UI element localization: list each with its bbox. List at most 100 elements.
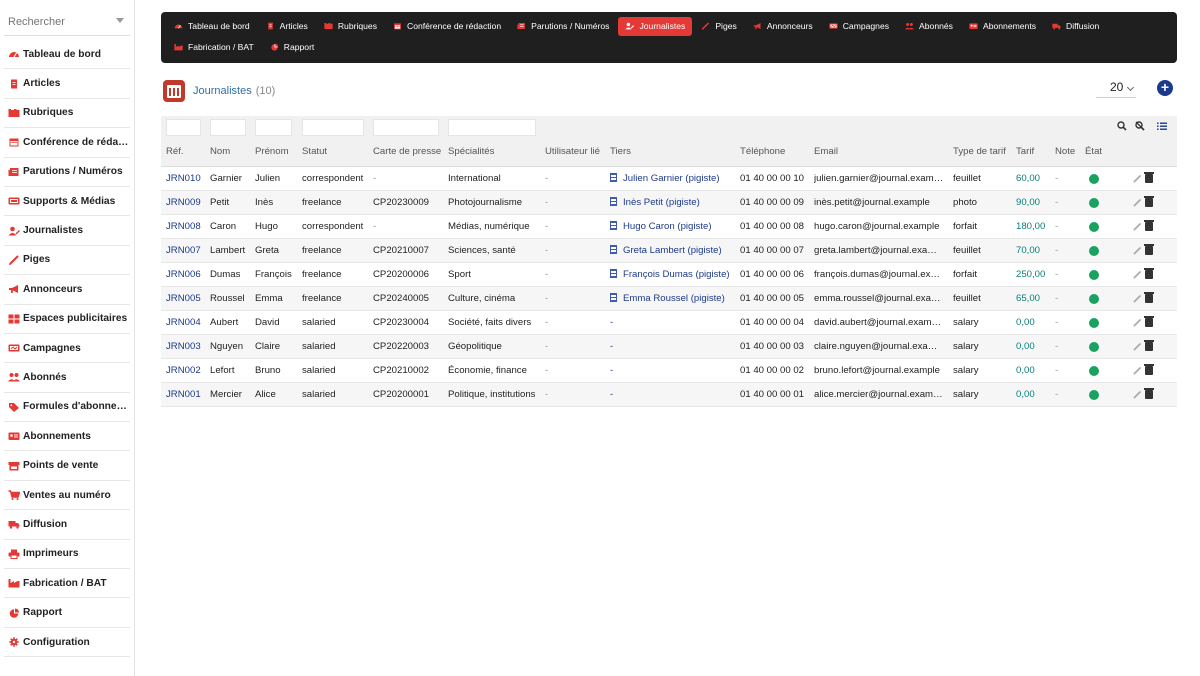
column-header[interactable]: Tiers [610, 136, 736, 167]
nav-tab-pie-chart[interactable]: Rapport [263, 38, 322, 57]
table-row[interactable]: JRN003 Nguyen Claire salaried CP20220003 Géop… [161, 335, 1177, 359]
column-header[interactable]: Carte de presse [373, 136, 443, 167]
sidebar-item-factory[interactable]: Fabrication / BAT [4, 569, 130, 599]
edit-pencil-icon[interactable] [1133, 294, 1142, 303]
nav-tab-newspaper[interactable]: Parutions / Numéros [510, 17, 616, 36]
edit-pencil-icon[interactable] [1133, 198, 1142, 207]
sidebar-item-grid[interactable]: Espaces publicitaires [4, 305, 130, 334]
cell-ref[interactable]: JRN010 [166, 167, 206, 191]
filter-specialites[interactable] [448, 119, 536, 136]
sidebar-item-calendar[interactable]: Conférence de rédaction [4, 128, 130, 158]
filter-nom[interactable] [210, 119, 246, 136]
tiers-link[interactable]: Julien Garnier (pigiste) [623, 173, 720, 184]
delete-trash-icon[interactable] [1144, 364, 1154, 375]
nav-tab-user-edit[interactable]: Journalistes [618, 16, 693, 36]
columns-list-icon[interactable] [1156, 121, 1167, 132]
delete-trash-icon[interactable] [1144, 268, 1154, 279]
nav-tab-id-card[interactable]: Abonnements [962, 17, 1043, 36]
nav-tab-truck[interactable]: Diffusion [1045, 17, 1106, 36]
column-header[interactable]: Téléphone [740, 136, 810, 167]
edit-pencil-icon[interactable] [1133, 390, 1142, 399]
tiers-link[interactable]: Inès Petit (pigiste) [623, 197, 700, 208]
sidebar-item-gear[interactable]: Configuration [4, 628, 130, 658]
cell-tiers[interactable]: Emma Roussel (pigiste) [610, 287, 736, 311]
sidebar-item-folders[interactable]: Rubriques [4, 99, 130, 129]
cell-ref[interactable]: JRN002 [166, 359, 206, 383]
cell-ref[interactable]: JRN004 [166, 311, 206, 335]
cell-tiers[interactable]: Greta Lambert (pigiste) [610, 239, 736, 263]
column-header[interactable]: Email [814, 136, 944, 167]
column-header[interactable]: Spécialités [448, 136, 542, 167]
table-row[interactable]: JRN002 Lefort Bruno salaried CP20210002 Écono… [161, 359, 1177, 383]
chevron-down-icon[interactable] [116, 18, 124, 23]
sidebar-item-media[interactable]: Supports & Médias [4, 187, 130, 217]
cell-tiers[interactable]: Hugo Caron (pigiste) [610, 215, 736, 239]
table-row[interactable]: JRN001 Mercier Alice salaried CP20200001 Poli… [161, 383, 1177, 407]
edit-pencil-icon[interactable] [1133, 270, 1142, 279]
sidebar-item-users[interactable]: Abonnés [4, 363, 130, 393]
column-header[interactable]: Réf. [166, 136, 206, 167]
column-header[interactable]: Nom [210, 136, 252, 167]
add-button[interactable]: + [1157, 80, 1173, 96]
cell-ref[interactable]: JRN009 [166, 191, 206, 215]
tiers-link[interactable]: Emma Roussel (pigiste) [623, 293, 725, 304]
nav-tab-pen[interactable]: Piges [694, 17, 744, 36]
cell-tiers[interactable]: Inès Petit (pigiste) [610, 191, 736, 215]
edit-pencil-icon[interactable] [1133, 318, 1142, 327]
nav-tab-users[interactable]: Abonnés [898, 17, 960, 36]
edit-pencil-icon[interactable] [1133, 174, 1142, 183]
nav-tab-campaign[interactable]: Campagnes [822, 17, 896, 36]
tiers-link[interactable]: Greta Lambert (pigiste) [623, 245, 722, 256]
table-row[interactable]: JRN010 Garnier Julien correspondent - Interna… [161, 167, 1177, 191]
table-row[interactable]: JRN005 Roussel Emma freelance CP20240005 Cult… [161, 287, 1177, 311]
cell-tiers[interactable]: François Dumas (pigiste) [610, 263, 736, 287]
delete-trash-icon[interactable] [1144, 388, 1154, 399]
column-header[interactable]: Utilisateur lié [545, 136, 605, 167]
delete-trash-icon[interactable] [1144, 172, 1154, 183]
filter-prenom[interactable] [255, 119, 292, 136]
nav-tab-dashboard[interactable]: Tableau de bord [167, 17, 257, 36]
column-header[interactable]: Prénom [255, 136, 299, 167]
sidebar-item-newspaper[interactable]: Parutions / Numéros [4, 158, 130, 187]
column-header[interactable]: Note [1055, 136, 1083, 167]
sidebar-item-dashboard[interactable]: Tableau de bord [4, 40, 130, 70]
tiers-link[interactable]: François Dumas (pigiste) [623, 269, 730, 280]
sidebar-item-pie-chart[interactable]: Rapport [4, 598, 130, 628]
cell-ref[interactable]: JRN006 [166, 263, 206, 287]
delete-trash-icon[interactable] [1144, 316, 1154, 327]
search-box[interactable] [4, 8, 130, 36]
edit-pencil-icon[interactable] [1133, 222, 1142, 231]
nav-tab-megaphone[interactable]: Annonceurs [746, 17, 820, 36]
edit-pencil-icon[interactable] [1133, 366, 1142, 375]
edit-pencil-icon[interactable] [1133, 246, 1142, 255]
edit-pencil-icon[interactable] [1133, 342, 1142, 351]
filter-ref[interactable] [166, 119, 201, 136]
nav-tab-factory[interactable]: Fabrication / BAT [167, 38, 261, 57]
sidebar-item-tag[interactable]: Formules d'abonnement [4, 393, 130, 423]
column-header[interactable]: Tarif [1016, 136, 1052, 167]
sidebar-item-printer[interactable]: Imprimeurs [4, 540, 130, 570]
delete-trash-icon[interactable] [1144, 244, 1154, 255]
nav-tab-folders[interactable]: Rubriques [317, 17, 384, 36]
sidebar-item-store[interactable]: Points de vente [4, 451, 130, 481]
table-row[interactable]: JRN004 Aubert David salaried CP20230004 Socié… [161, 311, 1177, 335]
delete-trash-icon[interactable] [1144, 196, 1154, 207]
page-size-select[interactable]: 20 [1096, 78, 1136, 98]
sidebar-item-document[interactable]: Articles [4, 69, 130, 99]
sidebar-item-campaign[interactable]: Campagnes [4, 334, 130, 364]
table-row[interactable]: JRN007 Lambert Greta freelance CP20210007 Sci… [161, 239, 1177, 263]
table-row[interactable]: JRN006 Dumas François freelance CP20200006 Sp… [161, 263, 1177, 287]
column-header[interactable]: État [1085, 136, 1115, 167]
cell-ref[interactable]: JRN003 [166, 335, 206, 359]
cell-tiers[interactable]: Julien Garnier (pigiste) [610, 167, 736, 191]
sidebar-item-pen[interactable]: Piges [4, 246, 130, 276]
cell-ref[interactable]: JRN007 [166, 239, 206, 263]
cell-ref[interactable]: JRN008 [166, 215, 206, 239]
column-header[interactable]: Statut [302, 136, 370, 167]
sidebar-item-megaphone[interactable]: Annonceurs [4, 275, 130, 305]
search-input[interactable] [4, 8, 130, 35]
sidebar-item-truck[interactable]: Diffusion [4, 510, 130, 540]
table-row[interactable]: JRN009 Petit Inès freelance CP20230009 Photoj… [161, 191, 1177, 215]
tiers-link[interactable]: Hugo Caron (pigiste) [623, 221, 712, 232]
delete-trash-icon[interactable] [1144, 292, 1154, 303]
